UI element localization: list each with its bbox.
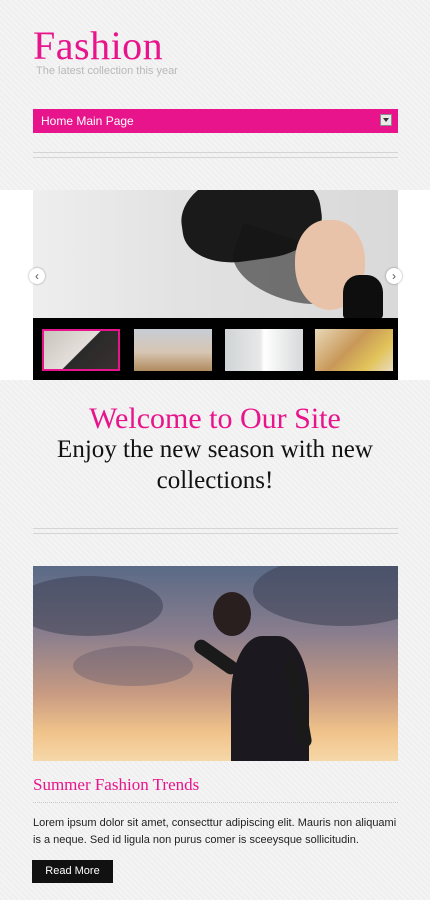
slider-main-image	[33, 190, 398, 318]
slide-glove-shape	[343, 275, 383, 318]
hero-woman-figure	[191, 588, 321, 761]
post-featured-image[interactable]	[33, 566, 398, 761]
main-nav-select[interactable]: Home Main Page	[33, 109, 398, 133]
post-excerpt: Lorem ipsum dolor sit amet, consecttur a…	[33, 817, 397, 846]
thumb-veil-woman[interactable]	[42, 329, 120, 371]
read-more-button[interactable]: Read More	[32, 860, 113, 883]
thumb-white-shirt-woman[interactable]	[225, 329, 303, 371]
thumb-beach-man[interactable]	[134, 329, 212, 371]
header-divider	[33, 152, 398, 158]
welcome-subtitle: Enjoy the new season with new collection…	[57, 436, 373, 494]
post-divider	[33, 802, 398, 803]
slider-next-icon[interactable]: ›	[386, 268, 402, 284]
cloud-shape	[33, 576, 163, 636]
site-logo[interactable]: Fashion	[33, 24, 163, 68]
section-divider	[33, 528, 398, 534]
slider-prev-icon[interactable]: ‹	[29, 268, 45, 284]
hero-head-shape	[213, 592, 251, 636]
thumb-curly-hair-woman[interactable]	[315, 329, 393, 371]
slider-thumbnails	[33, 318, 398, 380]
cloud-shape	[73, 646, 193, 686]
site-tagline: The latest collection this year	[36, 65, 178, 77]
nav-selected-label: Home Main Page	[41, 114, 134, 128]
welcome-title: Welcome to Our Site	[89, 402, 341, 435]
chevron-down-icon[interactable]	[380, 114, 392, 126]
post-title[interactable]: Summer Fashion Trends	[33, 775, 199, 795]
